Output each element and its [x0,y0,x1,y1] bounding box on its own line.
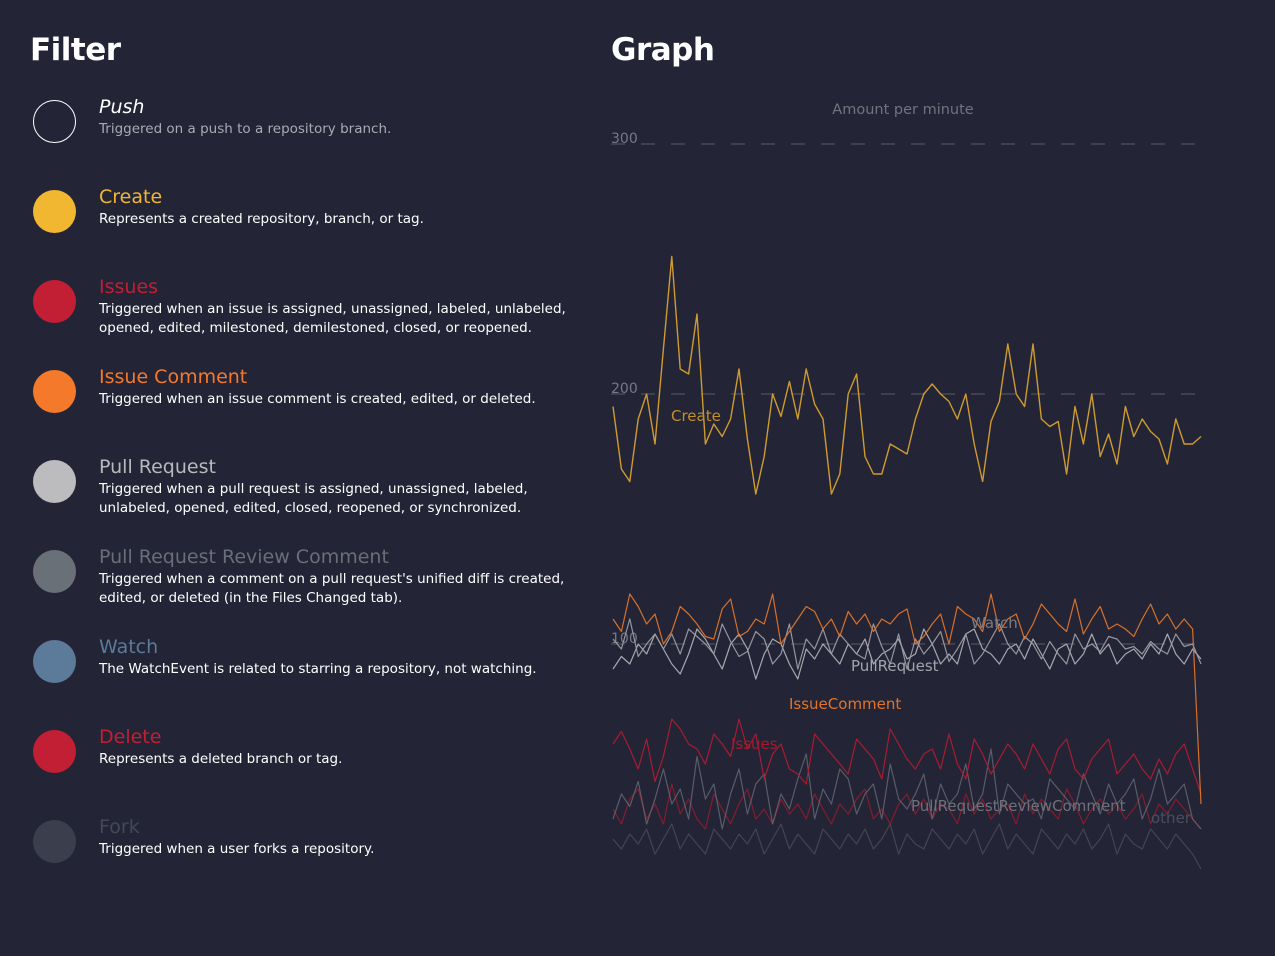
filter-text: Delete Represents a deleted branch or tag… [99,725,599,769]
filter-toggle-watch[interactable] [33,640,76,683]
series-line-other [612,823,1202,870]
filter-text: Pull Request Review Comment Triggered whe… [99,545,599,608]
filter-title: Filter [30,32,121,68]
events-line-chart: Amount per minute100200300CreateIssueCom… [611,102,1202,870]
filter-description: Triggered when a pull request is assigne… [99,481,528,516]
filter-text: Issue Comment Triggered when an issue com… [99,365,599,409]
filter-name: Push [99,96,145,118]
filter-name: Issues [99,276,159,298]
filter-name: Pull Request Review Comment [99,546,389,568]
filter-toggle-pull-request-review-comment[interactable] [33,550,76,593]
filter-description: The WatchEvent is related to starring a … [99,661,537,677]
filter-toggle-create[interactable] [33,190,76,233]
filter-name: Watch [99,636,159,658]
series-label-issues: Issues [731,735,778,753]
filter-text: Fork Triggered when a user forks a reposi… [99,815,599,859]
series-label-create: Create [671,407,721,425]
filter-description: Triggered on a push to a repository bran… [99,121,392,137]
series-label-pullrequest: PullRequest [851,657,939,675]
filter-text: Pull Request Triggered when a pull reques… [99,455,599,518]
filter-panel: Filter Push Triggered on a push to a repo… [30,30,600,863]
filter-name: Issue Comment [99,366,248,388]
filter-name: Fork [99,816,140,838]
page: Filter Push Triggered on a push to a repo… [0,0,1275,956]
series-line-issues [612,718,1202,795]
filter-toggle-pull-request[interactable] [33,460,76,503]
filter-toggle-issue-comment[interactable] [33,370,76,413]
series-label-issuecomment: IssueComment [789,695,901,713]
filter-toggle-delete[interactable] [33,730,76,773]
filter-name: Pull Request [99,456,216,478]
filter-text: Push Triggered on a push to a repository … [99,95,599,139]
graph-panel: Graph Amount per minute 100 200 300 Create Is… [611,30,1251,870]
filter-toggle-fork[interactable] [33,820,76,863]
filter-text: Issues Triggered when an issue is assigne… [99,275,599,338]
series-line-pullrequestreviewcomment [612,748,1202,830]
y-tick-label: 300 [611,131,638,147]
filter-description: Represents a deleted branch or tag. [99,751,343,767]
filter-description: Triggered when a comment on a pull reque… [99,571,565,606]
filter-text: Create Represents a created repository, b… [99,185,599,229]
series-label-other: other [1151,809,1192,827]
series-line-create [612,255,1202,495]
chart-title: Amount per minute [832,102,974,118]
filter-name: Delete [99,726,162,748]
filter-description: Triggered when a user forks a repository… [99,841,375,857]
filter-text: Watch The WatchEvent is related to starri… [99,635,599,679]
filter-description: Represents a created repository, branch,… [99,211,424,227]
series-label-pullrequestreviewcomment: PullRequestReviewComment [911,797,1126,815]
filter-description: Triggered when an issue comment is creat… [99,391,536,407]
filter-description: Triggered when an issue is assigned, una… [99,301,566,336]
filter-toggle-push[interactable] [33,100,76,143]
series-label-watch: Watch [971,614,1018,632]
series-line-issuecomment [612,593,1202,805]
filter-toggle-issues[interactable] [33,280,76,323]
filter-name: Create [99,186,163,208]
y-tick-label: 200 [611,381,638,397]
